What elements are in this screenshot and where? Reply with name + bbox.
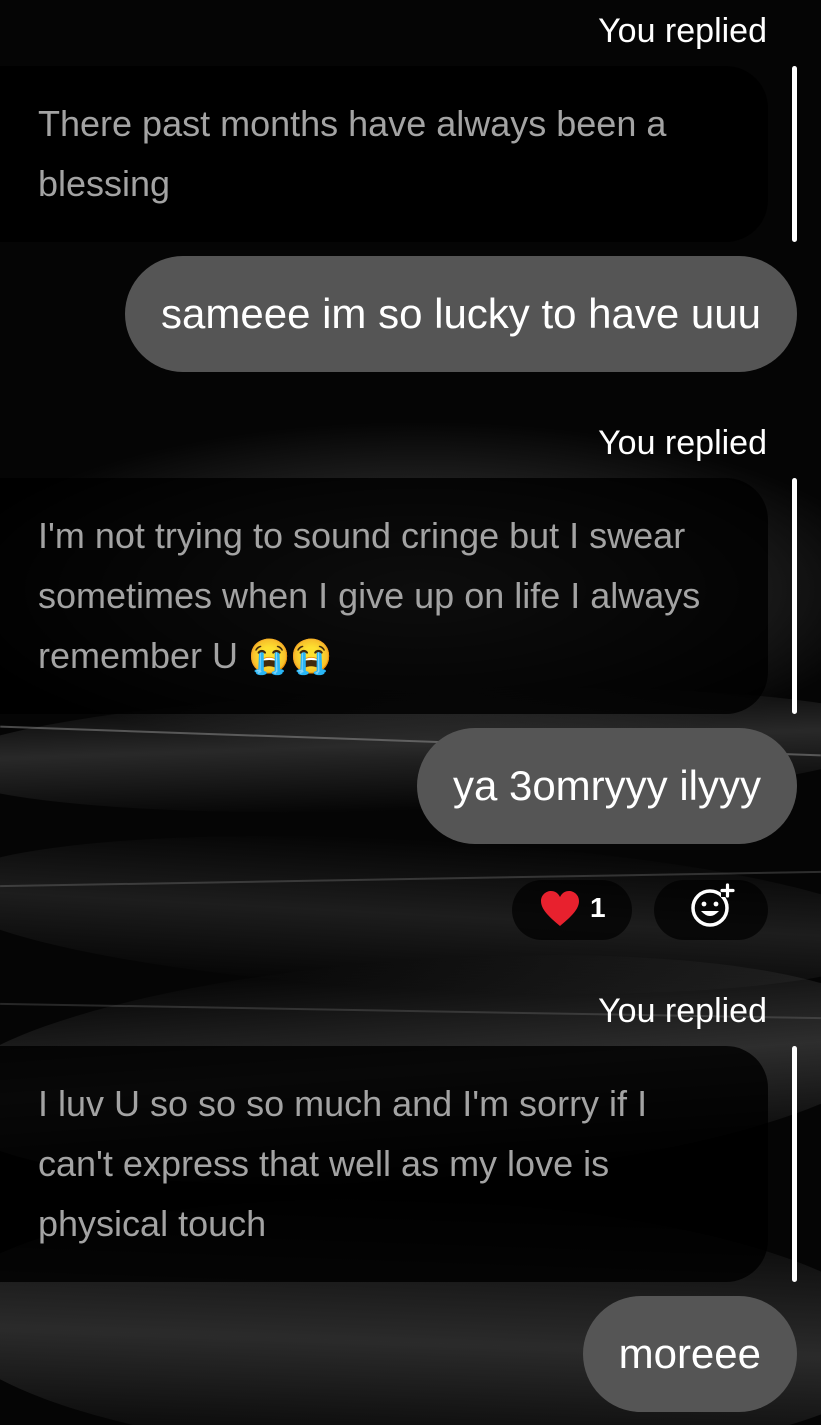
heart-reaction-icon <box>541 891 579 926</box>
you-replied-label: You replied <box>598 992 767 1030</box>
sent-message-text: ya 3omryyy ilyyy <box>452 762 761 809</box>
quoted-message-text: I'm not trying to sound cringe but I swe… <box>38 515 701 676</box>
sent-message-text: sameee im so lucky to have uuu <box>161 290 761 337</box>
sent-message-bubble[interactable]: ya 3omryyy ilyyy <box>416 728 797 844</box>
add-reaction-icon <box>691 883 735 927</box>
add-reaction-button[interactable] <box>654 880 768 940</box>
quoted-message-text: There past months have always been a ble… <box>38 103 667 204</box>
crying-emoji: 😭😭 <box>248 638 333 676</box>
you-replied-label: You replied <box>598 12 767 50</box>
reaction-count: 1 <box>590 892 606 923</box>
quoted-message[interactable]: I'm not trying to sound cringe but I swe… <box>0 478 768 714</box>
quoted-message[interactable]: I luv U so so so much and I'm sorry if I… <box>0 1046 768 1282</box>
heart-reaction-chip[interactable]: 1 <box>512 880 632 940</box>
quote-indicator-bar <box>792 1046 797 1282</box>
you-replied-label: You replied <box>598 424 767 462</box>
sent-message-bubble[interactable]: sameee im so lucky to have uuu <box>125 256 797 372</box>
quote-indicator-bar <box>792 66 797 242</box>
sent-message-text: moreee <box>618 1330 761 1377</box>
sent-message-bubble[interactable]: moreee <box>582 1296 797 1412</box>
quoted-message-text: I luv U so so so much and I'm sorry if I… <box>38 1083 648 1244</box>
quoted-message[interactable]: There past months have always been a ble… <box>0 66 768 242</box>
quote-indicator-bar <box>792 478 797 714</box>
